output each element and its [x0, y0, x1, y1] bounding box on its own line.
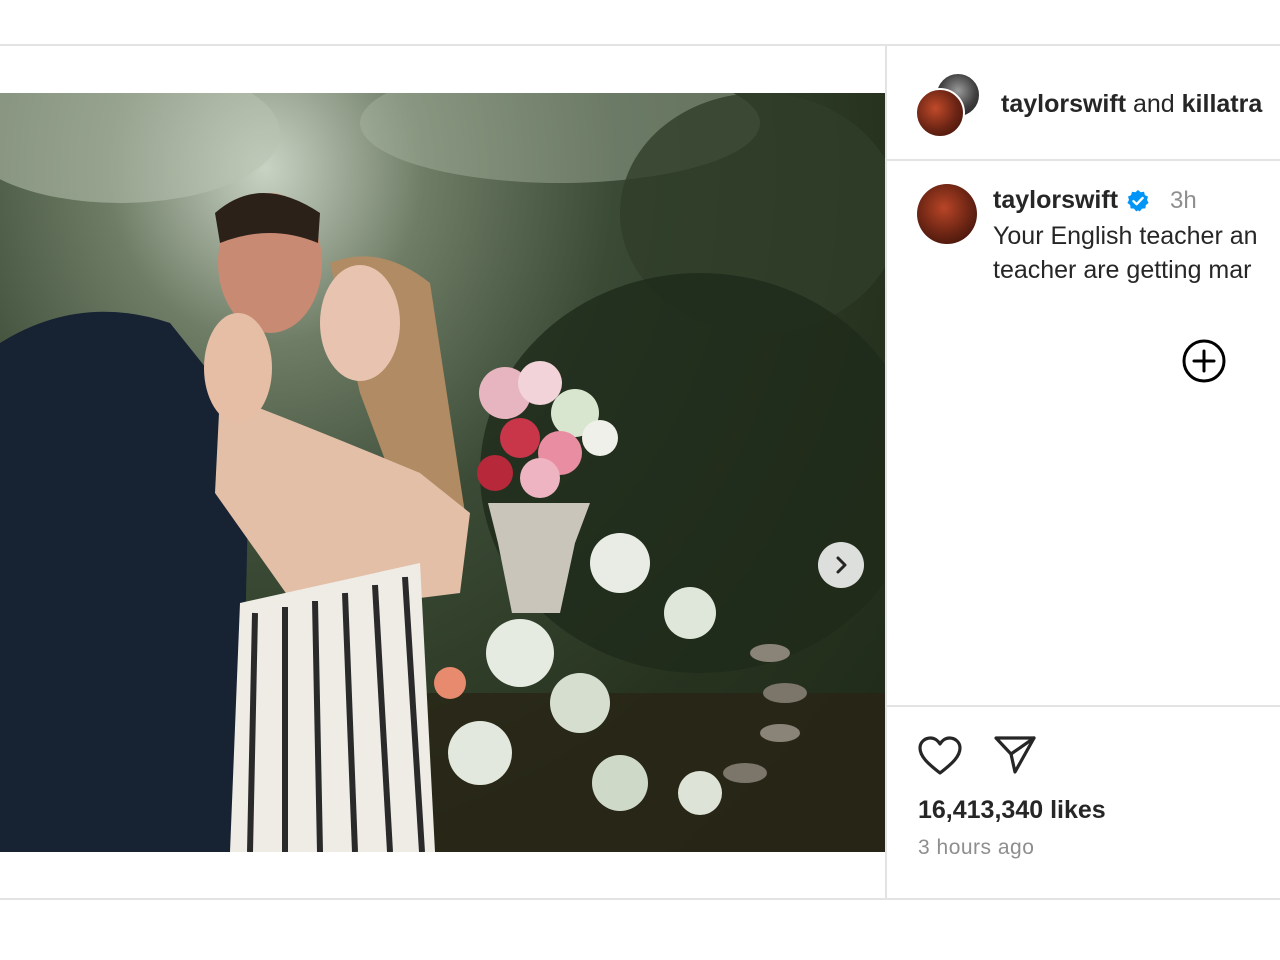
post-header: taylorswift and killatra — [887, 46, 1280, 159]
post-sidebar: taylorswift and killatra taylorswift 3h … — [887, 46, 1280, 898]
bottom-divider — [0, 898, 1280, 900]
authors-conjunction: and — [1132, 90, 1175, 118]
heart-icon — [918, 736, 962, 775]
add-button[interactable] — [1181, 338, 1227, 384]
photo-scene — [0, 93, 885, 852]
caption-text: Your English teacher an teacher are gett… — [993, 219, 1280, 287]
post-photo[interactable] — [0, 93, 885, 852]
collaborator-username-link[interactable]: killatra — [1182, 90, 1263, 118]
next-slide-button[interactable] — [818, 542, 864, 588]
post-authors: taylorswift and killatra — [1001, 90, 1262, 119]
like-button[interactable] — [917, 735, 963, 777]
caption-line: Your English teacher an — [993, 222, 1258, 250]
actions-divider — [887, 705, 1280, 707]
header-divider — [887, 159, 1280, 161]
author-username-link[interactable]: taylorswift — [1001, 90, 1126, 118]
caption-username-link[interactable]: taylorswift — [993, 186, 1118, 215]
caption-avatar[interactable] — [917, 184, 977, 244]
chevron-right-icon — [836, 556, 847, 574]
like-count[interactable]: 16,413,340 likes — [918, 796, 1106, 825]
caption-time[interactable]: 3h — [1170, 187, 1197, 215]
send-icon — [994, 736, 1036, 774]
collab-avatars[interactable] — [915, 70, 981, 138]
verified-badge-icon — [1127, 189, 1149, 211]
post-timestamp[interactable]: 3 hours ago — [918, 836, 1034, 860]
plus-circle-icon — [1182, 339, 1226, 383]
caption-header: taylorswift 3h — [993, 186, 1197, 215]
caption-line: teacher are getting mar — [993, 256, 1252, 284]
share-button[interactable] — [993, 734, 1037, 776]
avatar-author[interactable] — [915, 88, 965, 138]
